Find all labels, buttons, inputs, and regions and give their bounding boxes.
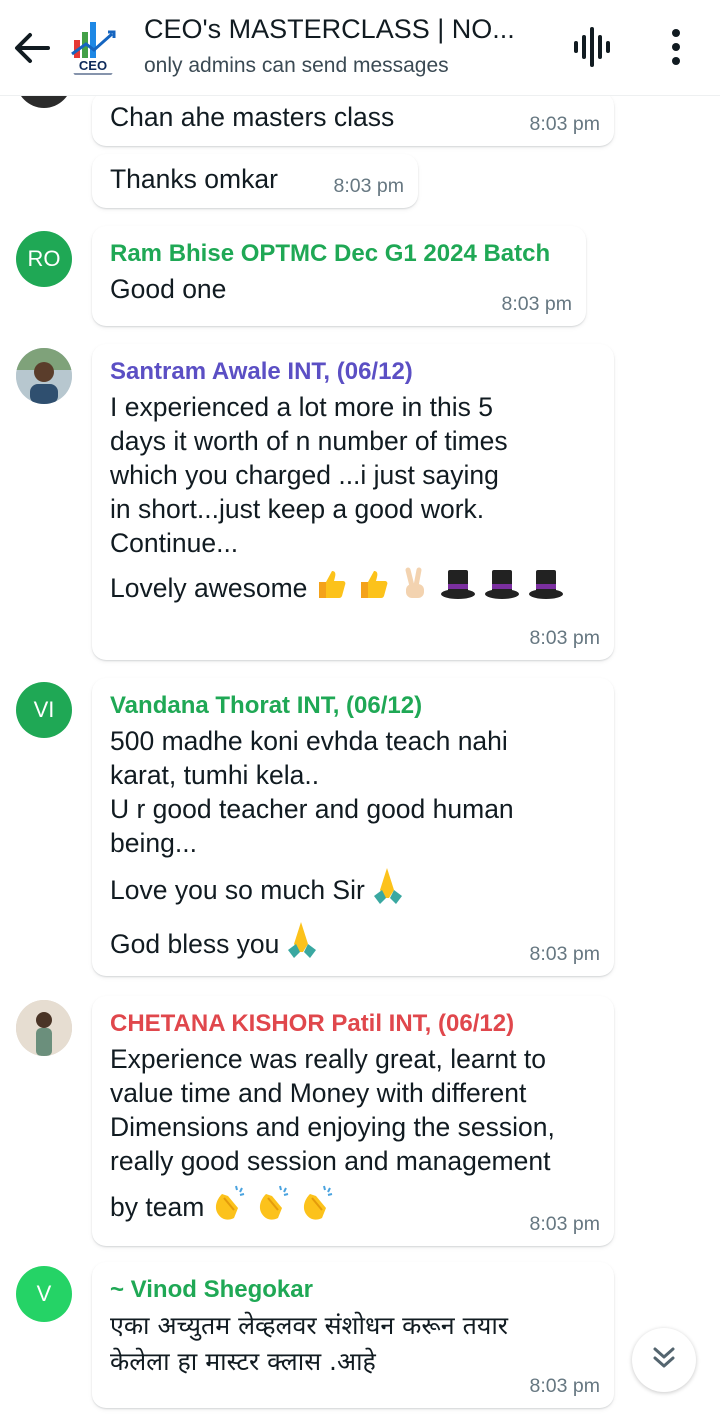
avatar[interactable] (16, 96, 72, 108)
message-bubble[interactable]: Vandana Thorat INT, (06/12) 500 madhe ko… (92, 678, 614, 976)
message-text: एका अच्युतम लेव्हलवर संशोधन करून तयार के… (110, 1311, 509, 1376)
sender-name[interactable]: Vandana Thorat INT, (06/12) (110, 692, 596, 720)
victory-hand-icon (397, 566, 433, 610)
top-hat-icon (439, 566, 477, 610)
avatar[interactable] (16, 348, 72, 404)
message-text: Lovely awesome (110, 573, 308, 603)
avatar[interactable]: RO (16, 231, 72, 287)
message-time: 8:03 pm (333, 175, 404, 197)
message-bubble[interactable]: Chan ahe masters class 8:03 pm (92, 96, 614, 146)
double-chevron-down-icon (649, 1343, 679, 1378)
message-bubble[interactable]: Ram Bhise OPTMC Dec G1 2024 Batch Good o… (92, 226, 586, 326)
message-text: Chan ahe masters class (110, 102, 395, 132)
avatar-initials: VI (16, 682, 72, 738)
svg-text:CEO: CEO (79, 58, 107, 73)
message-list[interactable]: Chan ahe masters class 8:03 pm Thanks om… (0, 96, 720, 1428)
voice-chat-icon[interactable] (568, 26, 616, 68)
avatar[interactable]: V (16, 1266, 72, 1322)
message-bubble[interactable]: Thanks omkar 8:03 pm (92, 154, 418, 208)
folded-hands-icon (371, 866, 405, 914)
chat-header: CEO CEO's MASTERCLASS | NO... only admin… (0, 0, 720, 96)
clapping-hands-icon (298, 1184, 336, 1230)
message-text: I experienced a lot more in this 5 days … (110, 392, 508, 558)
sender-name[interactable]: CHETANA KISHOR Patil INT, (06/12) (110, 1010, 596, 1038)
message-bubble[interactable]: ~ Vinod Shegokar एका अच्युतम लेव्हलवर सं… (92, 1262, 614, 1408)
message-text-line: Love you so much Sir (110, 866, 596, 914)
group-logo[interactable]: CEO (60, 14, 126, 80)
top-hat-icon (527, 566, 565, 610)
folded-hands-icon (285, 920, 319, 968)
avatar-initials: RO (16, 231, 72, 287)
thumbs-up-icon (355, 566, 391, 610)
message-time: 8:03 pm (529, 113, 600, 135)
message-time: 8:03 pm (529, 627, 600, 649)
message-text: God bless you (110, 929, 280, 959)
message-text: Good one (110, 274, 227, 304)
avatar-initials: V (16, 1266, 72, 1322)
top-hat-icon (483, 566, 521, 610)
scroll-to-bottom-button[interactable] (632, 1328, 696, 1392)
message-time: 8:03 pm (529, 1213, 600, 1235)
group-subtitle[interactable]: only admins can send messages (144, 54, 449, 78)
sender-name[interactable]: Santram Awale INT, (06/12) (110, 358, 596, 386)
message-bubble[interactable]: CHETANA KISHOR Patil INT, (06/12) Experi… (92, 996, 614, 1246)
message-time: 8:03 pm (501, 293, 572, 315)
group-title[interactable]: CEO's MASTERCLASS | NO... (144, 14, 564, 45)
message-text: 500 madhe koni evhda teach nahi karat, t… (110, 726, 514, 858)
message-text-line: God bless you (110, 920, 596, 968)
clapping-hands-icon (210, 1184, 248, 1230)
message-text: by team (110, 1192, 205, 1222)
message-time: 8:03 pm (529, 943, 600, 965)
message-text: Love you so much Sir (110, 875, 365, 905)
message-bubble[interactable]: Santram Awale INT, (06/12) I experienced… (92, 344, 614, 660)
message-text-line: by team (110, 1184, 596, 1230)
sender-name[interactable]: ~ Vinod Shegokar (110, 1276, 596, 1304)
clapping-hands-icon (254, 1184, 292, 1230)
message-text: Experience was really great, learnt to v… (110, 1044, 555, 1176)
avatar[interactable] (16, 1000, 72, 1056)
message-text-line: Lovely awesome (110, 566, 596, 610)
more-options-icon[interactable] (662, 26, 690, 68)
message-time: 8:03 pm (529, 1375, 600, 1397)
back-arrow-icon[interactable] (8, 24, 56, 72)
thumbs-up-icon (313, 566, 349, 610)
sender-name[interactable]: Ram Bhise OPTMC Dec G1 2024 Batch (110, 240, 568, 268)
avatar[interactable]: VI (16, 682, 72, 738)
